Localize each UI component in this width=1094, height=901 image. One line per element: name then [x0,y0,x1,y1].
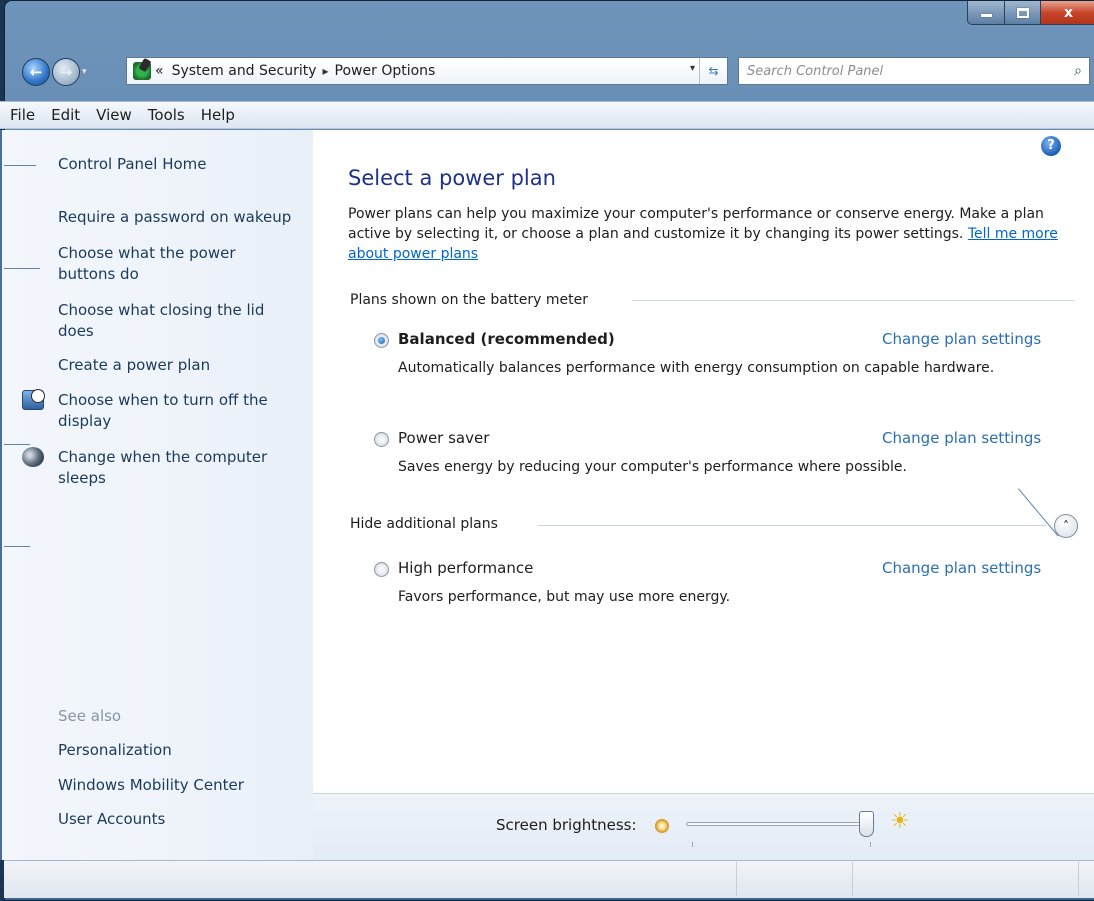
section-battery-meter: Plans shown on the battery meter [350,292,588,308]
plan-name-balanced[interactable]: Balanced (recommended) [398,330,615,348]
status-bar-divider [736,862,737,896]
menu-help[interactable]: Help [193,106,243,124]
sidebar-link-control-panel-home[interactable]: Control Panel Home [58,154,207,175]
status-bar-divider [1078,862,1079,896]
search-box[interactable]: ⌕ [738,57,1090,85]
slider-tick [870,842,871,847]
intro-text: Power plans can help you maximize your c… [348,204,1088,264]
bright-sun-icon: ☀ [890,809,910,834]
close-button[interactable]: x [1041,1,1094,25]
plan-radio-balanced[interactable] [374,333,389,348]
refresh-button[interactable]: ⇆ [699,58,727,84]
slider-tick [692,842,693,847]
section-battery-meter-label: Plans shown on the battery meter [350,292,589,308]
plan-desc-power-saver: Saves energy by reducing your computer's… [398,459,907,475]
see-also-heading: See also [58,707,122,725]
plan-desc-high-performance: Favors performance, but may use more ene… [398,589,731,605]
sidebar-link-power-buttons[interactable]: Choose what the power buttons do [58,243,288,285]
minimize-button[interactable] [967,1,1005,25]
divider [4,268,40,269]
sidebar-link-create-plan[interactable]: Create a power plan [58,355,210,376]
status-bar [4,860,1094,898]
breadcrumb-system-and-security[interactable]: System and Security [172,63,317,79]
sidebar-link-turn-off-display[interactable]: Choose when to turn off the display [58,390,298,432]
divider [632,300,1074,301]
brightness-bar [313,793,1094,860]
plan-desc-balanced: Automatically balances performance with … [398,360,995,376]
sidebar-link-closing-lid[interactable]: Choose what closing the lid does [58,300,288,342]
dim-brightness-icon [655,819,669,833]
menu-tools[interactable]: Tools [140,106,193,124]
forward-button[interactable]: → [52,58,80,86]
control-panel-icon [133,62,151,80]
recent-pages-dropdown[interactable]: ▾ [82,67,87,77]
maximize-icon [1016,7,1029,18]
collapse-plans-button[interactable]: ˄ [1054,514,1078,538]
menu-bar: File Edit View Tools Help [0,101,1094,129]
status-bar-divider [852,862,853,896]
brightness-slider-thumb[interactable] [859,811,874,837]
plan-name-power-saver[interactable]: Power saver [398,429,489,447]
chevron-up-icon: ˄ [1063,519,1069,533]
menu-view[interactable]: View [88,106,140,124]
display-timer-icon [22,389,45,410]
breadcrumb-separator-icon[interactable]: ▸ [323,64,329,78]
divider [4,444,30,445]
address-overflow-chevron[interactable]: « [155,63,164,79]
brightness-slider-track[interactable] [686,822,874,826]
change-plan-settings-power-saver[interactable]: Change plan settings [882,429,1041,447]
close-icon: x [1063,4,1074,21]
navigation-buttons: ← → ▾ [22,55,87,89]
maximize-button[interactable] [1005,1,1041,25]
back-arrow-icon: ← [29,63,43,81]
divider [4,546,30,547]
back-button[interactable]: ← [22,58,50,86]
breadcrumb-power-options[interactable]: Power Options [335,63,436,79]
screen-brightness-label: Screen brightness: [496,816,637,834]
sidebar-link-computer-sleeps[interactable]: Change when the computer sleeps [58,447,298,489]
plan-radio-high-performance[interactable] [374,562,389,577]
divider [4,165,36,166]
plan-name-high-performance[interactable]: High performance [398,559,533,577]
menu-file[interactable]: File [2,106,43,124]
hide-additional-plans-label[interactable]: Hide additional plans [350,516,498,532]
section-additional-plans: Hide additional plans [350,516,498,532]
menu-edit[interactable]: Edit [43,106,88,124]
intro-paragraph: Power plans can help you maximize your c… [348,206,1044,242]
see-also-mobility-center[interactable]: Windows Mobility Center [58,775,244,796]
minimize-icon [980,14,992,17]
see-also-user-accounts[interactable]: User Accounts [58,809,165,830]
address-bar[interactable]: « System and Security ▸ Power Options ▾ … [126,57,728,85]
forward-arrow-icon: → [59,63,73,81]
change-plan-settings-high-performance[interactable]: Change plan settings [882,559,1041,577]
help-icon[interactable]: ? [1041,136,1061,156]
page-title: Select a power plan [348,166,556,190]
plan-radio-power-saver[interactable] [374,432,389,447]
caption-buttons: x [967,1,1094,25]
address-dropdown-icon[interactable]: ▾ [690,63,695,74]
sleep-moon-icon [22,447,44,467]
refresh-icon: ⇆ [708,64,719,78]
search-input[interactable] [739,62,1067,80]
divider [538,525,1046,526]
search-icon[interactable]: ⌕ [1067,63,1089,79]
sidebar-link-require-password[interactable]: Require a password on wakeup [58,207,291,228]
change-plan-settings-balanced[interactable]: Change plan settings [882,330,1041,348]
see-also-personalization[interactable]: Personalization [58,740,172,761]
